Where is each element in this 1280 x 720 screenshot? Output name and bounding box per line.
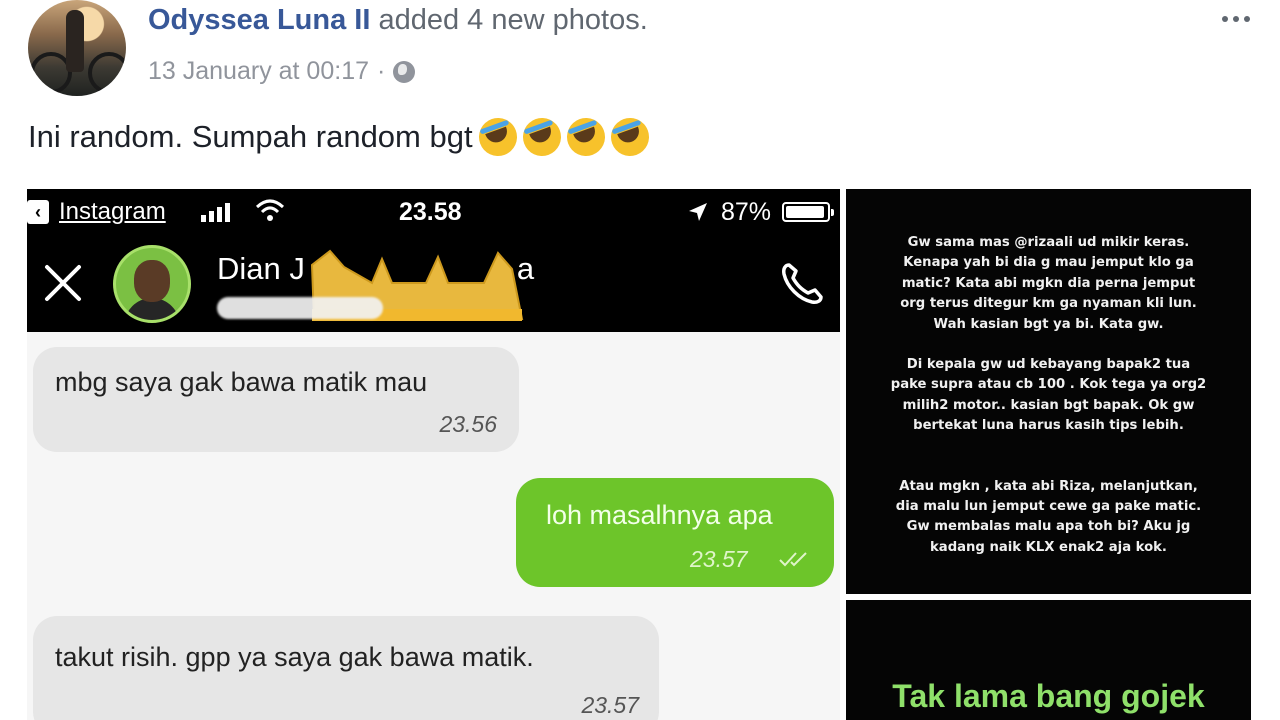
caption-text: Ini random. Sumpah random bgt bbox=[28, 119, 473, 154]
globe-icon[interactable] bbox=[393, 60, 416, 83]
story-line: Atau mgkn , kata abi Riza, melanjutkan, bbox=[899, 478, 1198, 494]
story-line: Gw membalas malu apa toh bi? Aku jg bbox=[906, 519, 1191, 535]
signal-icon bbox=[201, 202, 230, 222]
story-line: Gw sama mas @rizaali ud mikir keras. bbox=[907, 235, 1190, 250]
story-line: milih2 motor.. kasian bgt bapak. Ok gw bbox=[902, 397, 1195, 413]
rolling-on-floor-laughing-icon bbox=[561, 112, 610, 162]
post-author-line: Odyssea Luna II added 4 new photos. bbox=[148, 4, 648, 37]
message-text: mbg saya gak bawa matik mau bbox=[55, 367, 428, 397]
close-icon[interactable] bbox=[43, 263, 83, 303]
story-line: bertekat luna harus kasih tips lebih. bbox=[913, 418, 1184, 434]
contact-avatar[interactable] bbox=[113, 245, 191, 323]
avatar-figure bbox=[66, 10, 84, 72]
photo-story-headline[interactable]: Tak lama bang gojek bbox=[846, 600, 1251, 720]
username-censor-blur bbox=[217, 297, 383, 319]
meta-separator: · bbox=[377, 57, 386, 85]
story-text-block: Gw sama mas @rizaali ud mikir keras. Ken… bbox=[866, 233, 1231, 558]
back-to-app-label: Instagram bbox=[59, 198, 166, 225]
post-action-text: added 4 new photos. bbox=[378, 4, 648, 36]
status-time: 23.58 bbox=[399, 198, 462, 226]
message-bubble-incoming: mbg saya gak bawa matik mau 23.56 bbox=[33, 347, 519, 452]
message-time: 23.57 bbox=[690, 546, 748, 572]
message-text: takut risih. gpp ya saya gak bawa matik. bbox=[55, 642, 534, 672]
battery-percent: 87% bbox=[721, 198, 772, 226]
photo-dm-screenshot[interactable]: ‹ Instagram 23.58 87% Dian Ja mbg saya g… bbox=[27, 189, 840, 720]
story-line: org terus ditegur km ga nyaman kli lun. bbox=[900, 296, 1197, 312]
story-line: dia malu lun jemput cewe ga pake matic. bbox=[895, 499, 1202, 515]
message-time: 23.56 bbox=[439, 411, 497, 437]
battery-icon bbox=[782, 202, 834, 222]
rolling-on-floor-laughing-icon bbox=[605, 112, 654, 162]
rolling-on-floor-laughing-icon bbox=[517, 112, 566, 162]
phone-status-bar: ‹ Instagram 23.58 87% bbox=[27, 189, 840, 235]
more-options-icon[interactable] bbox=[1222, 16, 1258, 26]
back-arrow-icon: ‹ bbox=[27, 200, 49, 224]
location-arrow-icon bbox=[689, 203, 707, 221]
author-name-link[interactable]: Odyssea Luna II bbox=[148, 4, 370, 36]
message-time: 23.57 bbox=[581, 692, 639, 718]
story-line: pake supra atau cb 100 . Kok tega ya org… bbox=[890, 377, 1207, 393]
message-text: loh masalhnya apa bbox=[546, 500, 773, 530]
rolling-on-floor-laughing-icon bbox=[473, 112, 522, 162]
post-caption: Ini random. Sumpah random bgt bbox=[28, 112, 654, 162]
contact-name-visible: Dian J bbox=[217, 251, 305, 286]
story-headline: Tak lama bang gojek bbox=[892, 678, 1205, 714]
post-meta: 13 January at 00:17 · bbox=[148, 57, 416, 86]
story-line: Di kepala gw ud kebayang bapak2 tua bbox=[906, 357, 1191, 373]
message-bubble-outgoing: loh masalhnya apa 23.57 bbox=[516, 478, 834, 587]
story-line: matic? Kata abi mgkn dia perna jemput bbox=[901, 275, 1196, 291]
wifi-icon bbox=[255, 199, 285, 221]
story-line: Kenapa yah bi dia g mau jemput klo ga bbox=[903, 255, 1194, 271]
photo-story-text[interactable]: Gw sama mas @rizaali ud mikir keras. Ken… bbox=[846, 189, 1251, 594]
story-line: Wah kasian bgt ya bi. Kata gw. bbox=[933, 316, 1164, 332]
author-avatar[interactable] bbox=[28, 0, 126, 96]
phone-icon[interactable] bbox=[779, 261, 825, 307]
story-line: kadang naik KLX enak2 aja kok. bbox=[930, 539, 1167, 555]
avatar-bike-wheel bbox=[88, 52, 126, 94]
message-bubble-incoming: takut risih. gpp ya saya gak bawa matik.… bbox=[33, 616, 659, 720]
read-check-icon bbox=[779, 552, 807, 567]
post-timestamp-link[interactable]: 13 January at 00:17 bbox=[148, 57, 369, 86]
dm-chat-header: Dian Ja bbox=[27, 235, 840, 332]
